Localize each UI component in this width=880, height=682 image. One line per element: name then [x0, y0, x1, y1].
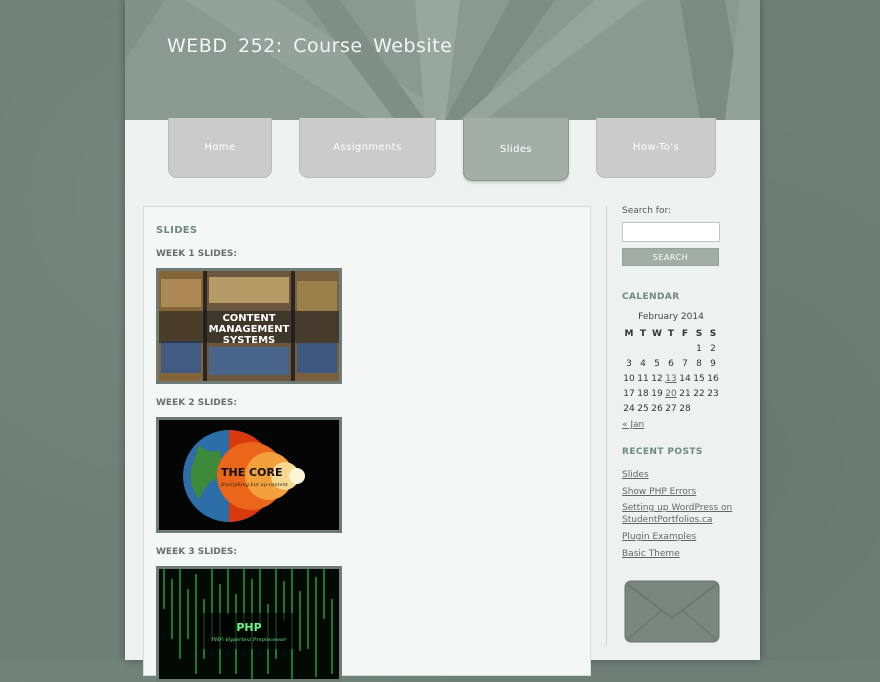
calendar-empty-cell: [650, 341, 664, 356]
calendar-day-header: M: [624, 328, 634, 339]
calendar-day-link[interactable]: 13: [664, 371, 678, 386]
search-input[interactable]: [622, 222, 720, 242]
calendar-empty-cell: [636, 341, 650, 356]
main-nav: Home Assignments Slides How-To's: [125, 118, 760, 184]
calendar-day: 4: [640, 358, 646, 369]
calendar-day: 15: [693, 373, 705, 384]
nav-tab-home[interactable]: Home: [168, 118, 272, 178]
week-1-slides-thumbnail[interactable]: CONTENT MANAGEMENT SYSTEMS: [156, 268, 342, 384]
calendar-day: 16: [707, 373, 719, 384]
calendar-empty-cell: [706, 401, 720, 416]
thumb-1-line-2: MANAGEMENT: [209, 324, 290, 335]
calendar-day-link[interactable]: 20: [664, 386, 678, 401]
calendar-day: 26: [651, 403, 663, 414]
envelope-icon[interactable]: [624, 580, 720, 644]
header-rays-pattern: [125, 0, 760, 120]
sidebar-divider: [606, 206, 607, 646]
calendar-empty-cell: [622, 341, 636, 356]
calendar-day: 7: [682, 358, 688, 369]
calendar-day: 11: [637, 373, 649, 384]
calendar-day: 8: [696, 358, 702, 369]
calendar-day-header: S: [709, 328, 717, 339]
page-container: WEBD 252: Course Website Home Assignment…: [125, 0, 760, 682]
calendar-day: 10: [623, 373, 635, 384]
calendar-day: 5: [654, 358, 660, 369]
calendar-day: 3: [626, 358, 632, 369]
calendar-day: 21: [679, 388, 691, 399]
calendar-day: 2: [710, 343, 716, 354]
calendar-day: 6: [668, 358, 674, 369]
week-2-label: WEEK 2 SLIDES:: [156, 398, 237, 408]
recent-post-link[interactable]: Setting up WordPress on StudentPortfolio…: [622, 502, 747, 526]
calendar-day: 27: [665, 403, 677, 414]
calendar-day-header: T: [639, 328, 647, 339]
calendar-day: 14: [679, 373, 691, 384]
main-content: SLIDES WEEK 1 SLIDES: CONTENT MANAGEMENT…: [143, 206, 591, 682]
calendar-day: 28: [679, 403, 691, 414]
nav-tab-assignments[interactable]: Assignments: [299, 118, 436, 178]
nav-tab-slides[interactable]: Slides: [463, 118, 569, 181]
calendar-day: 9: [710, 358, 716, 369]
page-heading: SLIDES: [156, 225, 198, 236]
calendar-table: February 2014 MTWTFSS 1 2 3 4 5 6 7 8 9 10 11 12 13 1…: [622, 312, 720, 416]
week-1-label: WEEK 1 SLIDES:: [156, 249, 237, 259]
cms-files-image: CONTENT MANAGEMENT SYSTEMS: [159, 271, 339, 381]
site-header: WEBD 252: Course Website: [125, 0, 760, 120]
calendar-day-header: T: [667, 328, 675, 339]
calendar-day: 25: [637, 403, 649, 414]
calendar-day: 23: [707, 388, 719, 399]
calendar-day: 19: [651, 388, 663, 399]
calendar-day-header: F: [681, 328, 689, 339]
matrix-code-image: PHP PHP: Hypertext Preprocessor: [159, 569, 339, 679]
thumb-3-subtitle: PHP: Hypertext Preprocessor: [211, 637, 288, 643]
calendar-empty-cell: [692, 401, 706, 416]
nav-tab-how-tos[interactable]: How-To's: [596, 118, 716, 178]
search-button[interactable]: SEARCH: [622, 248, 719, 266]
calendar-day: 17: [623, 388, 635, 399]
site-title[interactable]: WEBD 252: Course Website: [167, 35, 452, 57]
calendar-empty-cell: [664, 341, 678, 356]
recent-post-link[interactable]: Slides: [622, 469, 747, 481]
recent-post-link[interactable]: Plugin Examples: [622, 531, 747, 543]
search-label: Search for:: [622, 206, 672, 216]
week-3-label: WEEK 3 SLIDES:: [156, 547, 237, 557]
calendar-day-header: S: [695, 328, 703, 339]
week-2-slides-thumbnail[interactable]: THE CORE Everything but up-content: [156, 417, 342, 533]
calendar-day: 1: [696, 343, 702, 354]
calendar-prev-month-link[interactable]: « Jan: [622, 420, 644, 430]
calendar-day: 24: [623, 403, 635, 414]
calendar-caption: February 2014: [638, 312, 704, 322]
calendar-day-header: W: [652, 328, 662, 339]
thumb-1-line-1: CONTENT: [222, 313, 275, 324]
thumb-3-title: PHP: [236, 621, 261, 634]
thumb-2-subtitle: Everything but up-content: [220, 482, 289, 488]
earth-core-image: THE CORE Everything but up-content: [159, 420, 339, 530]
recent-posts-heading: RECENT POSTS: [622, 447, 703, 457]
thumb-1-line-3: SYSTEMS: [223, 335, 275, 346]
recent-post-link[interactable]: Basic Theme: [622, 548, 747, 560]
recent-post-link[interactable]: Show PHP Errors: [622, 486, 747, 498]
calendar-day: 22: [693, 388, 705, 399]
calendar-day: 12: [651, 373, 663, 384]
calendar-empty-cell: [678, 341, 692, 356]
calendar-day: 18: [637, 388, 649, 399]
thumb-2-title: THE CORE: [221, 466, 282, 479]
calendar-heading: CALENDAR: [622, 292, 680, 302]
week-3-slides-thumbnail[interactable]: PHP PHP: Hypertext Preprocessor: [156, 566, 342, 682]
